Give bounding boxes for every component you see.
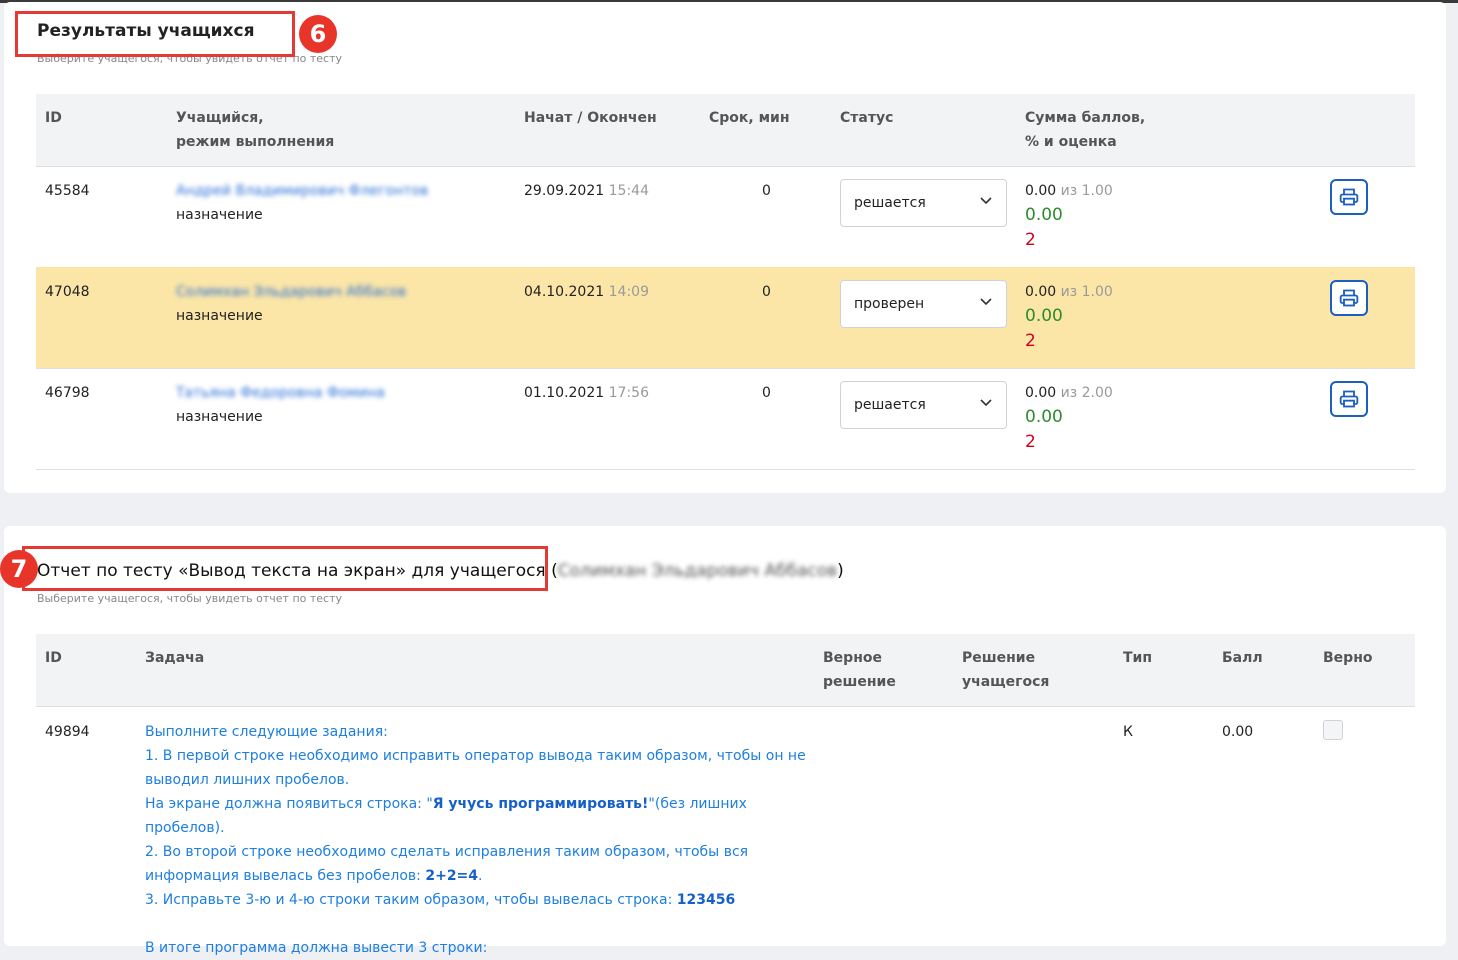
grade-value: 2 <box>1025 432 1036 452</box>
duration-value: 0 <box>762 284 771 300</box>
printer-icon <box>1339 289 1359 307</box>
col-type: Тип <box>1123 650 1153 666</box>
student-link[interactable]: Солимхан Эльдарович Аббасов <box>176 280 406 304</box>
print-button[interactable] <box>1330 381 1368 417</box>
row-id: 46798 <box>45 385 90 401</box>
print-button[interactable] <box>1330 179 1368 215</box>
annotation-marker-7: 7 <box>0 550 38 588</box>
start-datetime: 04.10.2021 14:09 <box>524 284 649 300</box>
status-select[interactable]: решается <box>840 179 1007 227</box>
start-datetime: 29.09.2021 15:44 <box>524 183 649 199</box>
col-score: Сумма баллов, % и оценка <box>1025 110 1146 150</box>
col-answer: Решение учащегося <box>962 650 1050 690</box>
score-value: 0.00 из 1.00 <box>1025 183 1113 199</box>
grade-value: 2 <box>1025 331 1036 351</box>
annotation-marker-6: 6 <box>299 15 337 53</box>
col-duration: Срок, мин <box>709 110 790 126</box>
percent-value: 0.00 <box>1025 407 1063 427</box>
student-link[interactable]: Андрей Владимирович Флегонтов <box>176 179 428 203</box>
mode-label: назначение <box>176 308 263 324</box>
col-status: Статус <box>840 110 894 126</box>
score-value: 0.00 из 2.00 <box>1025 385 1113 401</box>
col-id: ID <box>45 650 62 666</box>
percent-value: 0.00 <box>1025 306 1063 326</box>
task-id: 49894 <box>45 724 90 740</box>
status-select[interactable]: решается <box>840 381 1007 429</box>
chevron-down-icon <box>980 197 992 205</box>
duration-value: 0 <box>762 385 771 401</box>
table-row[interactable]: 46798 Татьяна Федоровна Фомина назначени… <box>36 368 1415 470</box>
col-score: Балл <box>1222 650 1263 666</box>
row-id: 47048 <box>45 284 90 300</box>
printer-icon <box>1339 390 1359 408</box>
correct-checkbox[interactable] <box>1323 720 1343 740</box>
col-started: Начат / Окончен <box>524 110 657 126</box>
chevron-down-icon <box>980 298 992 306</box>
task-type: К <box>1123 724 1133 740</box>
col-correct: Верное решение <box>823 650 896 690</box>
row-id: 45584 <box>45 183 90 199</box>
report-table-header: ID Задача Верное решение Решение учащего… <box>36 634 1415 707</box>
annotation-box-7 <box>22 546 548 591</box>
report-subtitle: Выберите учащегося, чтобы увидеть отчет … <box>37 592 343 605</box>
task-score: 0.00 <box>1222 724 1254 740</box>
duration-value: 0 <box>762 183 771 199</box>
status-select[interactable]: проверен <box>840 280 1007 328</box>
percent-value: 0.00 <box>1025 205 1063 225</box>
grade-value: 2 <box>1025 230 1036 250</box>
mode-label: назначение <box>176 207 263 223</box>
table-row[interactable]: 45584 Андрей Владимирович Флегонтов назн… <box>36 166 1415 268</box>
annotation-box-6 <box>15 11 295 57</box>
results-table-header: ID Учащийся, режим выполнения Начат / Ок… <box>36 94 1415 167</box>
col-student: Учащийся, режим выполнения <box>176 110 335 150</box>
col-right: Верно <box>1323 650 1373 666</box>
col-task: Задача <box>145 650 205 666</box>
col-id: ID <box>45 110 62 126</box>
table-row[interactable]: 47048 Солимхан Эльдарович Аббасов назнач… <box>36 267 1415 369</box>
printer-icon <box>1339 188 1359 206</box>
mode-label: назначение <box>176 409 263 425</box>
score-value: 0.00 из 1.00 <box>1025 284 1113 300</box>
report-student-name: Солимхан Эльдарович Аббасов <box>557 561 838 581</box>
student-link[interactable]: Татьяна Федоровна Фомина <box>176 381 385 405</box>
start-datetime: 01.10.2021 17:56 <box>524 385 649 401</box>
task-description: Выполните следующие задания: 1. В первой… <box>145 724 806 956</box>
chevron-down-icon <box>980 399 992 407</box>
print-button[interactable] <box>1330 280 1368 316</box>
